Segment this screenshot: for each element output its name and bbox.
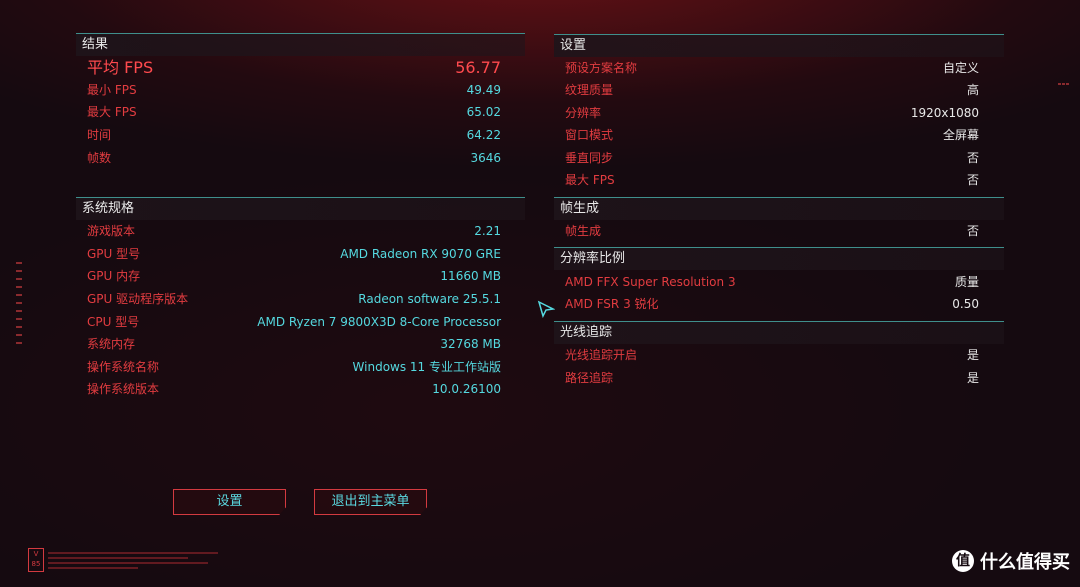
system-value: 10.0.26100 bbox=[432, 382, 501, 396]
resolution-scaling-row-fsr: AMD FFX Super Resolution 3 质量 bbox=[565, 273, 979, 291]
ray-tracing-header-label: 光线追踪 bbox=[560, 325, 613, 340]
settings-value: 全屏幕 bbox=[942, 128, 979, 142]
result-row-time: 时间 64.22 bbox=[87, 126, 501, 144]
corner-decoration bbox=[1058, 70, 1072, 85]
settings-header: 设置 bbox=[554, 34, 1004, 57]
system-value: AMD Radeon RX 9070 GRE bbox=[340, 247, 501, 261]
system-row-os-name: 操作系统名称 Windows 11 专业工作站版 bbox=[87, 358, 501, 376]
ray-tracing-header: 光线追踪 bbox=[554, 321, 1004, 344]
settings-value: 否 bbox=[966, 173, 979, 187]
frame-gen-value: 否 bbox=[966, 224, 979, 238]
game-logo-icon: V 85 bbox=[28, 548, 44, 572]
system-row-cpu-model: CPU 型号 AMD Ryzen 7 9800X3D 8-Core Proces… bbox=[87, 313, 501, 331]
system-label: 系统内存 bbox=[87, 337, 136, 351]
system-label: GPU 内存 bbox=[87, 269, 141, 283]
settings-label: 纹理质量 bbox=[565, 83, 614, 97]
result-value: 65.02 bbox=[466, 105, 501, 119]
resolution-scaling-label: AMD FSR 3 锐化 bbox=[565, 297, 659, 311]
system-value: 32768 MB bbox=[440, 337, 501, 351]
settings-label: 垂直同步 bbox=[565, 151, 614, 165]
result-value: 3646 bbox=[470, 151, 501, 165]
settings-value: 高 bbox=[966, 83, 979, 97]
result-label: 最大 FPS bbox=[87, 105, 137, 119]
results-header: 结果 bbox=[76, 33, 525, 56]
frame-gen-label: 帧生成 bbox=[565, 224, 602, 238]
resolution-scaling-value: 0.50 bbox=[952, 297, 979, 311]
settings-row-window-mode: 窗口模式 全屏幕 bbox=[565, 126, 979, 144]
ray-tracing-label: 路径追踪 bbox=[565, 371, 614, 385]
settings-row-vsync: 垂直同步 否 bbox=[565, 149, 979, 167]
system-value: 2.21 bbox=[474, 224, 501, 238]
watermark-text: 什么值得买 bbox=[980, 552, 1070, 573]
system-row-gpu-model: GPU 型号 AMD Radeon RX 9070 GRE bbox=[87, 245, 501, 263]
settings-value: 1920x1080 bbox=[910, 106, 979, 120]
settings-label: 最大 FPS bbox=[565, 173, 615, 187]
result-label: 帧数 bbox=[87, 151, 112, 165]
site-watermark: 值 什么值得买 bbox=[952, 548, 1070, 574]
frame-gen-header: 帧生成 bbox=[554, 197, 1004, 220]
results-header-label: 结果 bbox=[82, 37, 109, 52]
side-decoration bbox=[16, 262, 24, 352]
ray-tracing-value: 是 bbox=[966, 348, 979, 362]
result-row-frames: 帧数 3646 bbox=[87, 149, 501, 167]
system-header: 系统规格 bbox=[76, 197, 525, 220]
system-value: 11660 MB bbox=[440, 269, 501, 283]
settings-value: 自定义 bbox=[942, 61, 979, 75]
result-label: 平均 FPS bbox=[87, 58, 154, 77]
system-label: 操作系统版本 bbox=[87, 382, 160, 396]
result-row-max-fps: 最大 FPS 65.02 bbox=[87, 103, 501, 121]
footer-decoration bbox=[48, 552, 238, 572]
settings-row-texture: 纹理质量 高 bbox=[565, 81, 979, 99]
ray-tracing-label: 光线追踪开启 bbox=[565, 348, 638, 362]
system-row-system-memory: 系统内存 32768 MB bbox=[87, 335, 501, 353]
resolution-scaling-value: 质量 bbox=[954, 275, 979, 289]
watermark-logo-icon: 值 bbox=[952, 550, 974, 572]
system-row-gpu-driver: GPU 驱动程序版本 Radeon software 25.5.1 bbox=[87, 290, 501, 308]
settings-header-label: 设置 bbox=[560, 38, 587, 53]
system-label: 操作系统名称 bbox=[87, 360, 160, 374]
system-row-os-version: 操作系统版本 10.0.26100 bbox=[87, 380, 501, 398]
settings-value: 否 bbox=[966, 151, 979, 165]
settings-label: 分辨率 bbox=[565, 106, 602, 120]
system-value: Windows 11 专业工作站版 bbox=[352, 360, 501, 374]
system-row-game-version: 游戏版本 2.21 bbox=[87, 222, 501, 240]
system-label: 游戏版本 bbox=[87, 224, 136, 238]
settings-label: 窗口模式 bbox=[565, 128, 614, 142]
system-header-label: 系统规格 bbox=[82, 201, 135, 216]
frame-gen-header-label: 帧生成 bbox=[560, 201, 600, 216]
settings-row-max-fps: 最大 FPS 否 bbox=[565, 171, 979, 189]
system-value: Radeon software 25.5.1 bbox=[358, 292, 501, 306]
ray-tracing-row-path: 路径追踪 是 bbox=[565, 369, 979, 387]
system-row-gpu-memory: GPU 内存 11660 MB bbox=[87, 267, 501, 285]
resolution-scaling-row-sharpen: AMD FSR 3 锐化 0.50 bbox=[565, 295, 979, 313]
settings-row-preset: 预设方案名称 自定义 bbox=[565, 59, 979, 77]
result-row-min-fps: 最小 FPS 49.49 bbox=[87, 81, 501, 99]
system-label: GPU 驱动程序版本 bbox=[87, 292, 189, 306]
result-value: 56.77 bbox=[455, 58, 501, 77]
resolution-scaling-header: 分辨率比例 bbox=[554, 247, 1004, 270]
ray-tracing-row-enabled: 光线追踪开启 是 bbox=[565, 346, 979, 364]
system-label: GPU 型号 bbox=[87, 247, 141, 261]
resolution-scaling-header-label: 分辨率比例 bbox=[560, 251, 626, 266]
settings-label: 预设方案名称 bbox=[565, 61, 638, 75]
result-label: 最小 FPS bbox=[87, 83, 137, 97]
system-value: AMD Ryzen 7 9800X3D 8-Core Processor bbox=[257, 315, 501, 329]
result-value: 64.22 bbox=[466, 128, 501, 142]
resolution-scaling-label: AMD FFX Super Resolution 3 bbox=[565, 275, 736, 289]
ray-tracing-value: 是 bbox=[966, 371, 979, 385]
system-label: CPU 型号 bbox=[87, 315, 140, 329]
result-row-avg-fps: 平均 FPS 56.77 bbox=[87, 58, 501, 78]
settings-button[interactable]: 设置 bbox=[173, 489, 286, 515]
mouse-cursor-icon bbox=[537, 300, 556, 322]
result-value: 49.49 bbox=[466, 83, 501, 97]
settings-row-resolution: 分辨率 1920x1080 bbox=[565, 104, 979, 122]
exit-to-main-menu-button[interactable]: 退出到主菜单 bbox=[314, 489, 427, 515]
result-label: 时间 bbox=[87, 128, 112, 142]
frame-gen-row: 帧生成 否 bbox=[565, 222, 979, 240]
